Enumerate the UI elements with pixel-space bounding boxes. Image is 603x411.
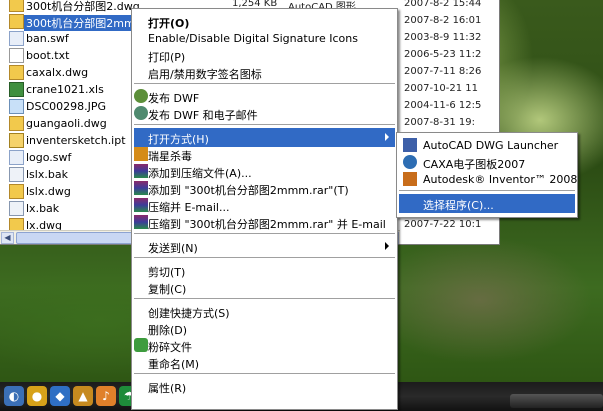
file-name: 300t机台分部图2mmm (24, 15, 148, 31)
menu-item-label: 启用/禁用数字签名图标 (148, 68, 262, 81)
rar-icon (134, 198, 148, 212)
menu-item[interactable]: 启用/禁用数字签名图标 (134, 63, 395, 82)
menu-separator (134, 373, 395, 374)
dwf-icon (134, 89, 148, 103)
file-date: 2007-8-2 15:44 (404, 0, 482, 9)
rar-icon (134, 181, 148, 195)
file-name: 300t机台分部图2.dwg (26, 0, 140, 13)
dwg-icon (9, 0, 24, 12)
file-date: 2007-10-21 11 (404, 83, 479, 94)
quick-launch: ◐ ● ◆ ▲ ♪ ☂ (0, 383, 139, 409)
shred-icon (134, 338, 148, 352)
dwg-icon (9, 116, 24, 131)
file-date: 2007-7-22 10:1 (404, 219, 482, 230)
submenu-item[interactable]: 发送到(N) (134, 237, 395, 256)
file-name: lslx.bak (26, 168, 68, 181)
menu-item-label: Enable/Disable Digital Signature Icons (148, 32, 358, 45)
file-name: guangaoli.dwg (26, 117, 107, 130)
menu-item[interactable]: 属性(R) (134, 377, 395, 396)
dwf-mail-icon (134, 106, 148, 120)
txt-icon (9, 48, 24, 63)
bell-icon[interactable]: ♪ (96, 386, 116, 406)
menu-item-label: 属性(R) (148, 382, 187, 395)
swf-icon (9, 31, 24, 46)
file-name: crane1021.xls (26, 83, 104, 96)
file-date: 2007-8-2 16:01 (404, 15, 482, 26)
autocad-launcher-icon (403, 138, 417, 152)
menu-separator (134, 83, 395, 84)
rar-icon (134, 215, 148, 229)
swf-icon (9, 150, 24, 165)
menu-item-label: 压缩到 "300t机台分部图2mmm.rar" 并 E-mail (148, 218, 386, 231)
menu-item[interactable]: 复制(C) (134, 278, 395, 297)
menu-separator (134, 257, 395, 258)
file-date: 2007-7-11 8:26 (404, 66, 482, 77)
file-name: lx.bak (26, 202, 60, 215)
shield-icon[interactable]: ◆ (50, 386, 70, 406)
caxa-icon (403, 155, 417, 169)
menu-item-label: AutoCAD DWG Launcher (423, 139, 559, 152)
dwg-icon (9, 65, 24, 80)
context-menu: 打开(O) Enable/Disable Digital Signature Ic… (131, 8, 398, 410)
rar-icon (134, 164, 148, 178)
menu-item-label: 发送到(N) (148, 242, 198, 255)
jpg-icon (9, 99, 24, 114)
file-date: 2003-8-9 11:32 (404, 32, 482, 43)
file-name: inventersketch.ipt (26, 134, 126, 147)
bak-icon (9, 201, 24, 216)
file-name: caxalx.dwg (26, 66, 89, 79)
rising-antivirus-icon (134, 147, 148, 161)
menu-item[interactable]: 压缩到 "300t机台分部图2mmm.rar" 并 E-mail (134, 213, 395, 232)
file-name: boot.txt (26, 49, 70, 62)
bak-icon (9, 167, 24, 182)
menu-item-label: 发布 DWF 和电子邮件 (148, 109, 258, 122)
menu-item[interactable]: 选择程序(C)... (399, 194, 575, 213)
submenu-arrow-icon (385, 242, 389, 250)
file-name: ban.swf (26, 32, 69, 45)
lion-icon[interactable]: ▲ (73, 386, 93, 406)
globe-icon[interactable]: ◐ (4, 386, 24, 406)
menu-item-label: Autodesk® Inventor™ 2008 (423, 173, 578, 186)
ipt-icon (9, 133, 24, 148)
qq-icon[interactable]: ● (27, 386, 47, 406)
system-tray (510, 394, 603, 408)
file-date: 2006-5-23 11:2 (404, 49, 482, 60)
dwg-icon (9, 184, 24, 199)
menu-item-label: 复制(C) (148, 283, 187, 296)
file-name: logo.swf (26, 151, 72, 164)
menu-separator (134, 124, 395, 125)
menu-item-label: 选择程序(C)... (423, 199, 494, 212)
menu-item[interactable]: Autodesk® Inventor™ 2008 (399, 170, 578, 189)
menu-separator (134, 298, 395, 299)
file-name: lslx.dwg (26, 185, 71, 198)
inventor-icon (403, 172, 417, 186)
menu-item-label: 重命名(M) (148, 358, 200, 371)
file-name: DSC00298.JPG (26, 100, 107, 113)
menu-separator (134, 233, 395, 234)
scroll-left-button[interactable]: ◀ (1, 232, 14, 244)
menu-separator (399, 190, 575, 191)
file-date: 2007-8-31 19: (404, 117, 476, 128)
dwg-icon (9, 14, 24, 29)
xls-icon (9, 82, 24, 97)
submenu-arrow-icon (385, 133, 389, 141)
open-with-submenu: AutoCAD DWG Launcher CAXA电子图板2007 Autodesk… (396, 132, 578, 218)
file-date: 2004-11-6 12:5 (404, 100, 482, 111)
menu-item[interactable]: 发布 DWF 和电子邮件 (134, 104, 395, 123)
menu-item[interactable]: 重命名(M) (134, 353, 395, 372)
